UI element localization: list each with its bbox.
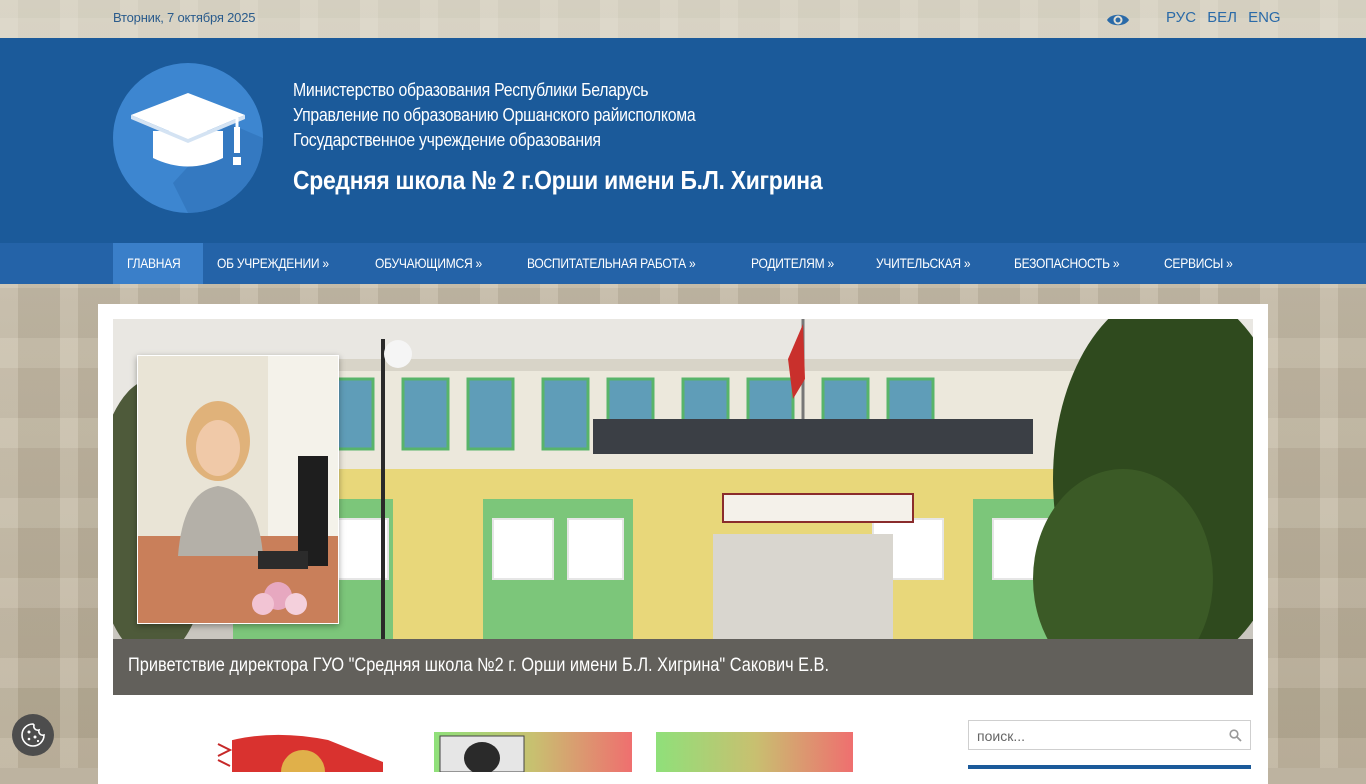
graduation-cap-icon[interactable] [113,63,263,213]
cookie-icon [21,723,45,747]
image-slider[interactable]: Приветствие директора ГУО "Средняя школа… [113,319,1253,695]
current-date: Вторник, 7 октября 2025 [113,10,256,25]
eye-icon[interactable] [1106,10,1130,30]
header-department: Управление по образованию Оршанского рай… [293,105,696,125]
header-text: Министерство образования Республики Бела… [293,78,894,196]
nav-item-safety[interactable]: БЕЗОПАСНОСТЬ » [1000,243,1150,284]
header-institution-type: Государственное учреждение образования [293,130,601,150]
site-header: Министерство образования Республики Бела… [0,38,1366,243]
nav-item-about[interactable]: ОБ УЧРЕЖДЕНИИ » [203,243,361,284]
slider-caption-text: Приветствие директора ГУО "Средняя школа… [128,655,830,676]
top-bar: Вторник, 7 октября 2025 РУС БЕЛ ENG [0,0,1366,38]
lang-be-link[interactable]: БЕЛ [1207,9,1237,26]
language-switcher: РУС БЕЛ ENG [1166,9,1288,26]
hero-banner[interactable] [434,732,632,772]
nav-item-parents[interactable]: РОДИТЕЛЯМ » [737,243,861,284]
nav-item-upbringing[interactable]: ВОСПИТАТЕЛЬНАЯ РАБОТА » [513,243,737,284]
header-ministry: Министерство образования Республики Бела… [293,80,649,100]
nav-item-services[interactable]: СЕРВИСЫ » [1150,243,1258,284]
search-box [968,720,1251,750]
nav-item-home[interactable]: ГЛАВНАЯ [113,243,204,284]
search-icon[interactable] [1229,729,1242,742]
lang-ru-link[interactable]: РУС [1166,9,1196,26]
cookie-settings-button[interactable] [12,714,54,756]
state-emblem-banner[interactable] [208,732,388,772]
nav-item-teachers[interactable]: УЧИТЕЛЬСКАЯ » [862,243,1000,284]
main-nav: ГЛАВНАЯ ОБ УЧРЕЖДЕНИИ » ОБУЧАЮЩИМСЯ » ВО… [0,243,1366,284]
lang-en-link[interactable]: ENG [1248,9,1281,26]
director-portrait [137,355,339,624]
site-title[interactable]: Средняя школа № 2 г.Орши имени Б.Л. Хигр… [293,165,823,196]
main-content: Приветствие директора ГУО "Средняя школа… [98,304,1268,784]
slider-caption[interactable]: Приветствие директора ГУО "Средняя школа… [113,639,1253,695]
gradient-banner[interactable] [656,732,853,772]
nav-item-students[interactable]: ОБУЧАЮЩИМСЯ » [361,243,513,284]
search-input[interactable] [975,727,1229,745]
sidebar-widget-header [968,765,1251,769]
